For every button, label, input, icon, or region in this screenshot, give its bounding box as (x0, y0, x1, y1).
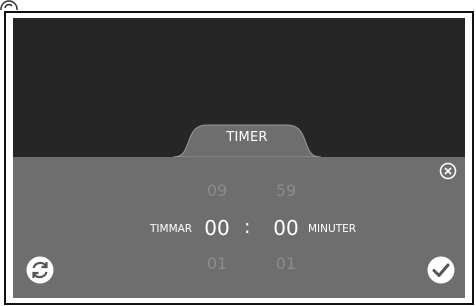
refresh-icon (26, 256, 54, 284)
time-separator: : (244, 216, 251, 238)
minutes-label: MINUTER (308, 223, 357, 235)
timer-screen: TIMER 09 00 01 TIMMAR : 59 00 01 MINUTER (13, 18, 465, 298)
tab-title: TIMER (226, 130, 268, 145)
hours-current-value[interactable]: 00 (197, 216, 237, 240)
close-icon (439, 162, 457, 180)
timer-panel: 09 00 01 TIMMAR : 59 00 01 MINUTER (13, 157, 465, 298)
confirm-button[interactable] (426, 255, 456, 285)
timer-tab: TIMER (172, 121, 322, 158)
check-icon (427, 256, 455, 284)
minutes-prev-value[interactable]: 59 (266, 181, 306, 200)
reset-button[interactable] (25, 255, 55, 285)
top-left-refresh-icon (0, 0, 18, 10)
device-frame: TIMER 09 00 01 TIMMAR : 59 00 01 MINUTER (4, 11, 474, 305)
hours-next-value[interactable]: 01 (197, 254, 237, 273)
minutes-current-value[interactable]: 00 (266, 216, 306, 240)
hours-prev-value[interactable]: 09 (197, 181, 237, 200)
minutes-next-value[interactable]: 01 (266, 254, 306, 273)
hours-label: TIMMAR (150, 223, 193, 235)
close-button[interactable] (439, 162, 457, 180)
